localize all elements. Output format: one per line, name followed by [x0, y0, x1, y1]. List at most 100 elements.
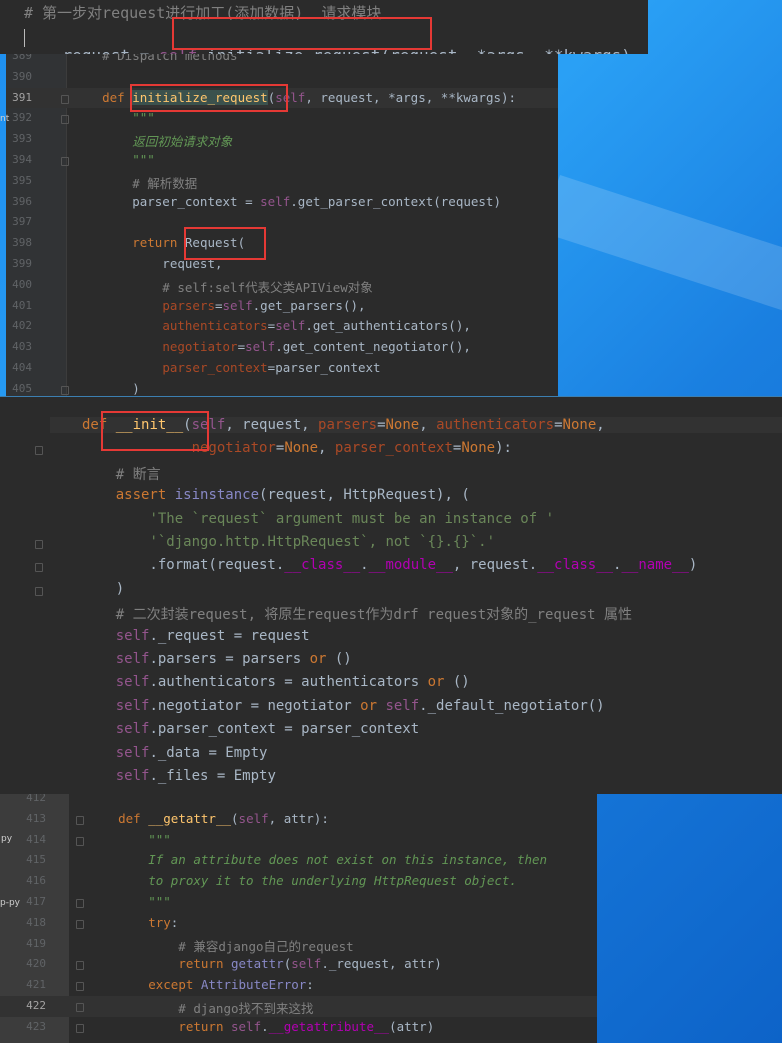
code-text: parser_context=parser_context	[162, 360, 381, 375]
fold-marker-icon[interactable]	[76, 899, 84, 908]
code-text: negotiator=self.get_content_negotiator()…	[162, 339, 471, 355]
code-line: self._data = Empty	[115, 744, 268, 761]
fold-marker-icon[interactable]	[35, 586, 43, 596]
highlight-box	[184, 227, 266, 260]
fold-marker-icon[interactable]	[61, 157, 69, 166]
code-line: 419 # 兼容django自己的request	[0, 934, 597, 955]
code-line: # 二次封装request, 将原生request作为drf request对象…	[82, 607, 633, 624]
code-panel-init: def __init__(self, request, parsers=None…	[0, 396, 782, 794]
fold-marker-icon[interactable]	[35, 540, 43, 549]
fold-marker-icon[interactable]	[76, 919, 84, 929]
code-line: 414 """	[0, 830, 597, 851]
code-text: # 兼容django自己的request	[88, 938, 354, 954]
fold-marker-icon[interactable]	[35, 563, 43, 573]
line-number: 418	[26, 915, 46, 929]
line-number: 412	[26, 794, 46, 804]
line-number: 405	[12, 381, 32, 395]
code-text: parser_context = self.get_parser_context…	[72, 193, 501, 209]
code-line: 402 authenticators=self.get_authenticato…	[6, 316, 558, 337]
code-line: self._request = request	[115, 627, 310, 644]
code-line: self._files = Empty	[115, 768, 276, 784]
line-number: 416	[26, 874, 46, 888]
code-line: 405 )	[6, 379, 558, 396]
fold-marker-icon[interactable]	[76, 982, 84, 992]
code-line: 423 return self.__getattribute__(attr)	[0, 1017, 597, 1038]
code-text: # Dispatch methods	[72, 54, 238, 63]
code-text: """	[88, 831, 171, 847]
line-number: 391	[12, 90, 32, 104]
code-line: 413 def __getattr__(self, attr):	[0, 809, 597, 830]
code-line: # 断言	[82, 466, 161, 483]
code-line: 418 try:	[0, 913, 597, 934]
code-panel-initialize-request: 389 # Dispatch methods 390 391 def initial…	[6, 54, 558, 396]
code-line: 420 return getattr(self._request, attr)	[0, 954, 597, 975]
line-number: 395	[12, 173, 32, 187]
code-line: 395 # 解析数据	[6, 171, 558, 192]
code-text: """	[72, 152, 155, 167]
code-text: 返回初始请求对象	[72, 134, 233, 150]
line-number: 389	[12, 54, 32, 62]
code-line: 396 parser_context = self.get_parser_con…	[6, 192, 558, 213]
code-text: """	[88, 894, 171, 909]
code-line: 394 """	[6, 150, 558, 171]
line-number: 401	[12, 298, 32, 312]
line-number: 420	[26, 957, 46, 971]
line-number: 414	[26, 832, 46, 846]
line-number: 404	[12, 361, 32, 374]
fold-marker-icon[interactable]	[35, 446, 43, 456]
fold-marker-icon[interactable]	[76, 961, 84, 971]
code-text: return getattr(self._request, attr)	[178, 956, 442, 972]
side-label: py	[1, 834, 13, 844]
variable-request: request	[63, 46, 130, 54]
fold-marker-icon[interactable]	[76, 1023, 84, 1033]
code-text: # django找不到来这找	[88, 1001, 314, 1016]
fold-marker-icon[interactable]	[61, 385, 69, 395]
code-line: self.parser_context = parser_context	[115, 721, 420, 738]
code-line: 404 parser_context=parser_context	[6, 358, 558, 379]
code-line: self.authenticators = authenticators or …	[115, 674, 470, 691]
code-text: # self:self代表父类APIView对象	[72, 279, 373, 295]
code-line: 421 except AttributeError:	[0, 975, 597, 996]
line-number: 400	[12, 277, 32, 291]
code-line: )	[82, 580, 125, 597]
code-text: parsers=self.get_parsers(),	[162, 297, 366, 313]
code-line: 399 request,	[6, 254, 558, 275]
line-number: 394	[12, 153, 32, 166]
code-text: try:	[148, 914, 179, 930]
code-text: authenticators=self.get_authenticators()…	[162, 318, 471, 334]
line-number: 402	[12, 319, 32, 333]
fold-marker-icon[interactable]	[76, 836, 84, 846]
code-line: 412	[0, 794, 597, 809]
code-text: return self.__getattribute__(attr)	[178, 1018, 435, 1034]
code-line: .format(request.__class__.__module__, re…	[82, 557, 698, 574]
code-line: '`django.http.HttpRequest`, not `{}.{}`.…	[149, 534, 496, 550]
line-number: 417	[26, 895, 46, 908]
side-label: p-py	[0, 898, 20, 908]
code-line: 416 to proxy it to the underlying HttpRe…	[0, 871, 597, 892]
code-text: def __getattr__(self, attr):	[118, 810, 329, 826]
operator: =	[130, 46, 159, 54]
line-number: 422	[26, 999, 46, 1012]
line-number: 392	[12, 111, 32, 125]
fold-marker-icon[interactable]	[61, 94, 69, 104]
line-number: 398	[12, 236, 32, 250]
line-number: 399	[12, 257, 32, 270]
code-line: assert isinstance(request, HttpRequest),…	[115, 487, 470, 504]
fold-marker-icon[interactable]	[76, 1003, 84, 1012]
code-line: 403 negotiator=self.get_content_negotiat…	[6, 337, 558, 358]
line-number: 397	[12, 215, 32, 229]
code-text: except AttributeError:	[148, 977, 314, 993]
code-text: # 解析数据	[72, 175, 198, 191]
code-line: 417 """	[0, 892, 597, 913]
fold-marker-icon[interactable]	[76, 815, 84, 825]
code-text: )	[72, 380, 140, 396]
code-text: If an attribute does not exist on this i…	[88, 852, 548, 868]
code-text: to proxy it to the underlying HttpReques…	[88, 873, 517, 889]
fold-marker-icon[interactable]	[61, 115, 69, 125]
code-line: 398 return Request(	[6, 233, 558, 254]
code-line: 415 If an attribute does not exist on th…	[0, 850, 597, 871]
line-number: 423	[26, 1019, 46, 1033]
code-line: 393 返回初始请求对象	[6, 129, 558, 150]
line-number: 403	[12, 340, 32, 354]
code-panel-top: # 第一步对request进行加工(添加数据) 请求模块 request = s…	[0, 0, 648, 54]
